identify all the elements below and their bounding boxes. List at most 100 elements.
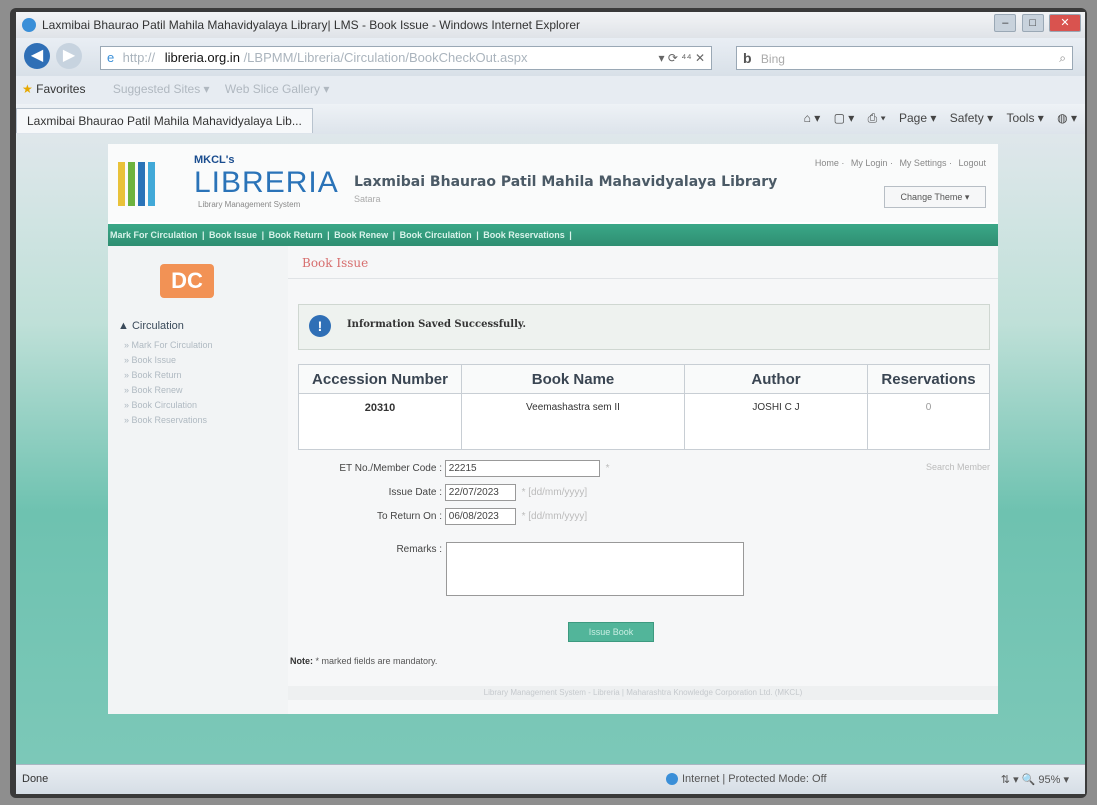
title-bar: Laxmibai Bhaurao Patil Mahila Mahavidyal… (16, 12, 1085, 38)
command-bar: ⌂ ▾ ▢ ▾ ⎙ ▾ Page ▾ Safety ▾ Tools ▾ ◍ ▾ (794, 111, 1077, 126)
return-date-row: To Return On : 06/08/2023 * [dd/mm/yyyy] (308, 508, 587, 525)
window-title: Laxmibai Bhaurao Patil Mahila Mahavidyal… (42, 18, 581, 32)
circulation-menu: Mark For Circulation | Book Issue | Book… (108, 224, 998, 246)
globe-icon (666, 773, 678, 786)
address-bar: ◀ ▶ e http:// libreria.org.in /LBPMM/Lib… (16, 38, 1085, 76)
feeds-button[interactable]: ▢ ▾ (834, 111, 855, 125)
sidebar-items: » Mark For Circulation » Book Issue » Bo… (124, 338, 213, 428)
change-theme-dropdown[interactable]: Change Theme ▾ (884, 186, 986, 208)
remarks-label: Remarks : (396, 544, 442, 555)
library-location: Satara (354, 194, 381, 204)
return-date-label: To Return On : (376, 511, 442, 523)
divider (288, 278, 998, 279)
site-header: MKCL's LIBRERIA Library Management Syste… (108, 144, 998, 222)
cell-author: JOSHI C J (684, 393, 868, 450)
back-button[interactable]: ◀ (24, 43, 50, 69)
menu-book-reservations[interactable]: Book Reservations (481, 230, 567, 240)
search-placeholder: Bing (760, 52, 785, 66)
window-controls: – □ ✕ (992, 14, 1081, 32)
col-book-name: Book Name (461, 364, 685, 394)
page-icon: e (107, 50, 115, 65)
remarks-textarea[interactable] (446, 542, 744, 596)
menu-book-return[interactable]: Book Return (267, 230, 325, 240)
close-button[interactable]: ✕ (1049, 14, 1081, 32)
bing-icon: b (743, 50, 752, 66)
member-code-row: ET No./Member Code : 22215 * Search Memb… (308, 460, 998, 477)
cell-book-name: Veemashastra sem II (461, 393, 685, 450)
browser-tab[interactable]: Laxmibai Bhaurao Patil Mahila Mahavidyal… (16, 108, 313, 133)
search-member-link[interactable]: Search Member (926, 462, 990, 472)
col-author: Author (684, 364, 868, 394)
minimize-button[interactable]: – (994, 14, 1017, 32)
site-footer: Library Management System - Libreria | M… (288, 686, 998, 700)
suggested-sites-link[interactable]: Suggested Sites ▾ (113, 82, 210, 96)
info-message: Information Saved Successfully. (347, 319, 527, 330)
my-settings-link[interactable]: My Settings (899, 158, 946, 168)
my-login-link[interactable]: My Login (851, 158, 888, 168)
search-input[interactable]: b Bing ⌕ (736, 46, 1073, 70)
home-button[interactable]: ⌂ ▾ (804, 111, 821, 125)
sidebar-item-book-reservations[interactable]: » Book Reservations (124, 413, 213, 428)
menu-book-issue[interactable]: Book Issue (207, 230, 259, 240)
book-table: Accession Number Book Name Author Reserv… (298, 364, 990, 450)
forward-button[interactable]: ▶ (56, 43, 82, 69)
member-code-label: ET No./Member Code : (339, 463, 442, 475)
main-panel: Book Issue ! Information Saved Successfu… (288, 246, 998, 714)
page-title: Book Issue (302, 256, 369, 270)
print-button[interactable]: ⎙ ▾ (868, 111, 886, 125)
status-text: Done (22, 773, 49, 785)
return-date-input[interactable]: 06/08/2023 (444, 508, 516, 525)
tools-menu[interactable]: Tools ▾ (1006, 111, 1043, 125)
search-icon[interactable]: ⌕ (1059, 47, 1066, 69)
favorites-button[interactable]: Favorites (36, 82, 85, 96)
issue-book-button[interactable]: Issue Book (568, 622, 654, 642)
url-domain: libreria.org.in (164, 50, 240, 65)
maximize-button[interactable]: □ (1021, 14, 1044, 32)
table-row: 20310 Veemashastra sem II JOSHI C J 0 (298, 393, 990, 450)
member-code-input[interactable]: 22215 (444, 460, 600, 477)
mandatory-mark: * (605, 463, 610, 475)
libreria-page: MKCL's LIBRERIA Library Management Syste… (108, 144, 998, 714)
zoom-level[interactable]: ⇅ ▾ 🔍 95% ▾ (1001, 773, 1069, 786)
remarks-row: Remarks : (308, 544, 442, 555)
dc-logo: DC (160, 264, 214, 298)
help-button[interactable]: ◍ ▾ (1057, 111, 1077, 125)
info-icon: ! (309, 315, 331, 337)
cell-accession-number: 20310 (298, 393, 462, 450)
menu-book-renew[interactable]: Book Renew (332, 230, 390, 240)
safety-menu[interactable]: Safety ▾ (950, 111, 993, 125)
url-path: /LBPMM/Libreria/Circulation/BookCheckOut… (243, 50, 528, 65)
logout-link[interactable]: Logout (958, 158, 986, 168)
sidebar-item-book-issue[interactable]: » Book Issue (124, 353, 213, 368)
date-format-hint: * [dd/mm/yyyy] (521, 487, 588, 499)
refresh-stop-controls[interactable]: ▾ ⟳ ⁴⁴ ✕ (659, 47, 705, 69)
security-zone[interactable]: Internet | Protected Mode: Off (666, 773, 827, 786)
sidebar-item-mark-for-circulation[interactable]: » Mark For Circulation (124, 338, 213, 353)
library-books-logo (118, 162, 178, 208)
sidebar-item-book-return[interactable]: » Book Return (124, 368, 213, 383)
favorites-star-icon[interactable]: ★ (22, 82, 33, 96)
web-slice-gallery-link[interactable]: Web Slice Gallery ▾ (225, 82, 330, 96)
sidebar-item-book-renew[interactable]: » Book Renew (124, 383, 213, 398)
sidebar-heading-circulation[interactable]: ▲ Circulation (118, 320, 184, 332)
menu-mark-for-circulation[interactable]: Mark For Circulation (108, 230, 200, 240)
menu-book-circulation[interactable]: Book Circulation (398, 230, 474, 240)
page-menu[interactable]: Page ▾ (899, 111, 936, 125)
libreria-logo: MKCL's LIBRERIA Library Management Syste… (194, 154, 339, 209)
status-bar: Done Internet | Protected Mode: Off ⇅ ▾ … (16, 764, 1085, 794)
favorites-bar: ★ Favorites Suggested Sites ▾ Web Slice … (16, 76, 1085, 105)
info-message-box: ! Information Saved Successfully. (298, 304, 990, 350)
tab-bar: Laxmibai Bhaurao Patil Mahila Mahavidyal… (16, 104, 1085, 135)
issue-date-row: Issue Date : 22/07/2023 * [dd/mm/yyyy] (308, 484, 587, 501)
col-accession-number: Accession Number (298, 364, 462, 394)
sidebar: DC ▲ Circulation » Mark For Circulation … (108, 246, 288, 714)
col-reservations: Reservations (867, 364, 990, 394)
issue-date-input[interactable]: 22/07/2023 (444, 484, 516, 501)
url-input[interactable]: e http:// libreria.org.in /LBPMM/Libreri… (100, 46, 712, 70)
date-format-hint: * [dd/mm/yyyy] (521, 511, 588, 523)
table-header-row: Accession Number Book Name Author Reserv… (298, 364, 990, 394)
home-link[interactable]: Home (815, 158, 839, 168)
sidebar-item-book-circulation[interactable]: » Book Circulation (124, 398, 213, 413)
library-name: Laxmibai Bhaurao Patil Mahila Mahavidyal… (354, 174, 778, 190)
mandatory-note: Note: * marked fields are mandatory. (290, 656, 438, 666)
